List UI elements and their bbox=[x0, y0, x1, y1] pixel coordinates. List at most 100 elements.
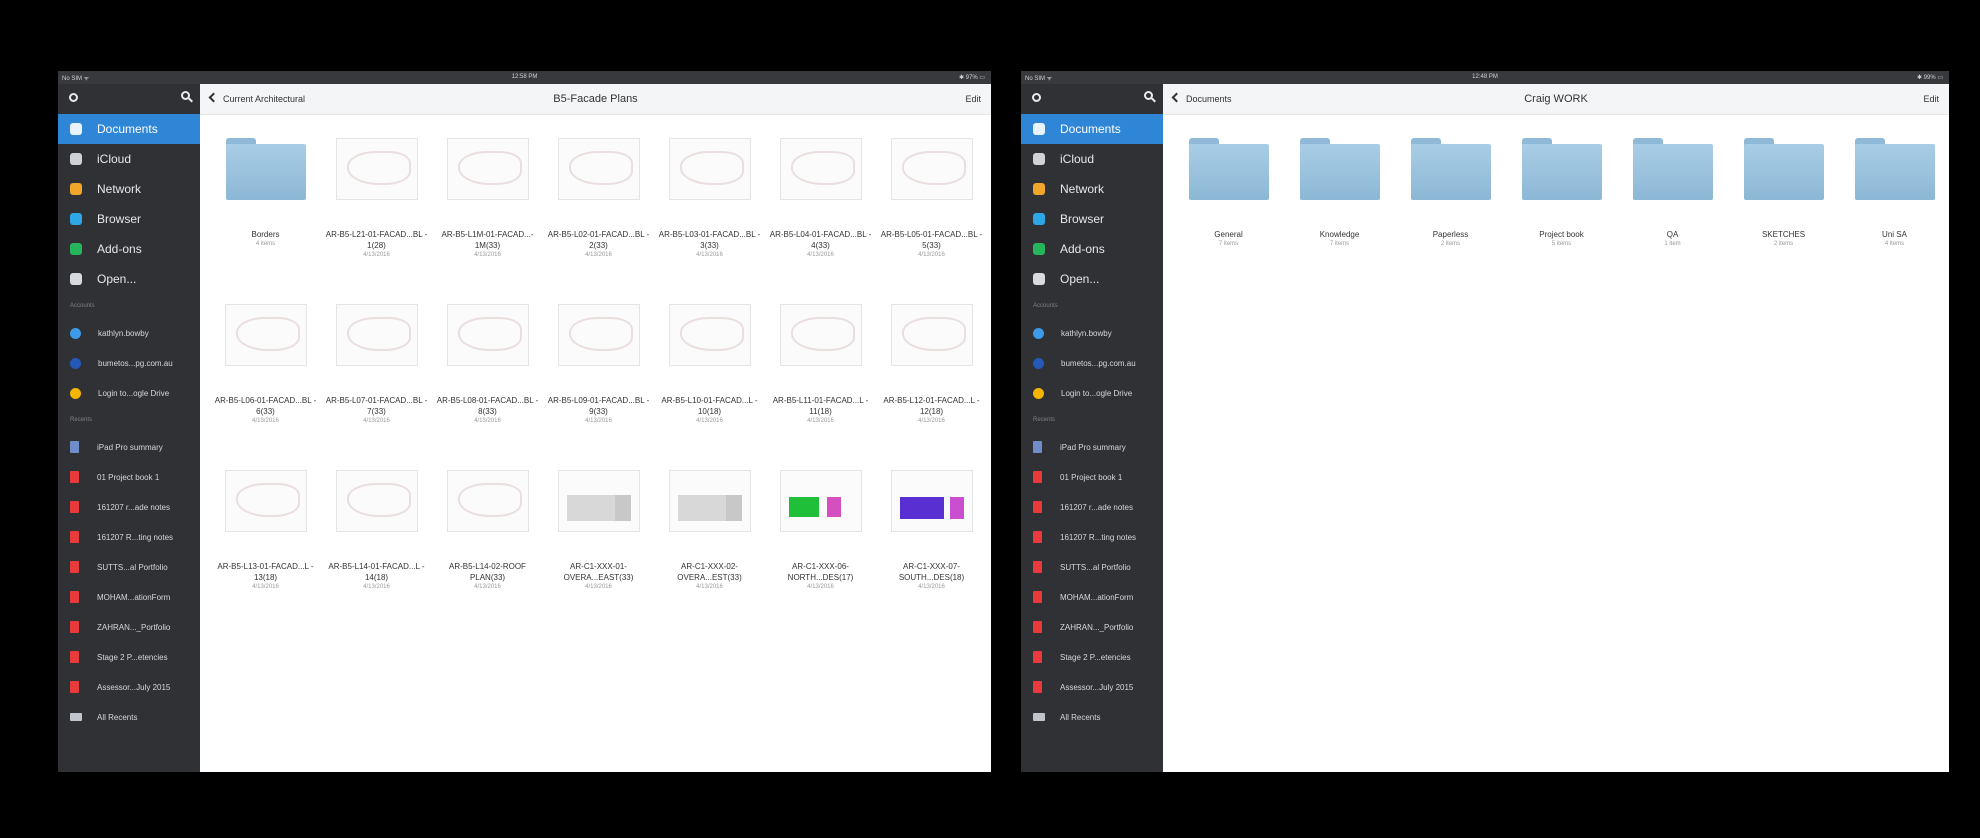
sidebar-item-icloud[interactable]: iCloud bbox=[58, 144, 200, 174]
account-item[interactable]: bumetos...pg.com.au bbox=[58, 348, 200, 378]
sidebar-item-network[interactable]: Network bbox=[58, 174, 200, 204]
file-tile[interactable]: AR-B5-L05-01-FACAD...BL - 5(33) 4/13/2016 bbox=[876, 138, 987, 304]
word-file-icon bbox=[70, 441, 79, 453]
file-tile[interactable]: AR-B5-L10-01-FACAD...L - 10(18) 4/13/2016 bbox=[654, 304, 765, 470]
file-tile[interactable]: AR-B5-L14-01-FACAD...L - 14(18) 4/13/2016 bbox=[321, 470, 432, 636]
file-name: AR-B5-L02-01-FACAD...BL - 2(33) bbox=[547, 230, 650, 250]
ipad-screen-right: No SIM ᯤ 12:48 PM ✱ 99% ▭ Documents iCloud Ne… bbox=[1021, 71, 1949, 772]
account-item[interactable]: Login to...ogle Drive bbox=[58, 378, 200, 408]
sidebar-item-documents[interactable]: Documents bbox=[1021, 114, 1163, 144]
file-tile[interactable]: AR-C1-XXX-06-NORTH...DES(17) 4/13/2016 bbox=[765, 470, 876, 636]
file-meta: 4/13/2016 bbox=[363, 418, 390, 424]
recent-item[interactable]: 01 Project book 1 bbox=[1021, 462, 1163, 492]
account-item[interactable]: Login to...ogle Drive bbox=[1021, 378, 1163, 408]
file-tile[interactable]: AR-C1-XXX-07-SOUTH...DES(18) 4/13/2016 bbox=[876, 470, 987, 636]
status-bar: No SIM ᯤ 12:58 PM ✱ 97% ▭ bbox=[58, 71, 991, 84]
settings-gear-icon[interactable] bbox=[69, 93, 78, 102]
account-item[interactable]: kathlyn.bowby bbox=[1021, 318, 1163, 348]
file-name: AR-B5-L09-01-FACAD...BL - 9(33) bbox=[547, 396, 650, 416]
recent-item[interactable]: ZAHRAN..._Portfolio bbox=[1021, 612, 1163, 642]
file-tile[interactable]: AR-B5-L11-01-FACAD...L - 11(18) 4/13/2016 bbox=[765, 304, 876, 470]
file-tile[interactable]: AR-B5-L06-01-FACAD...BL - 6(33) 4/13/2016 bbox=[210, 304, 321, 470]
file-tile[interactable]: AR-B5-L04-01-FACAD...BL - 4(33) 4/13/2016 bbox=[765, 138, 876, 304]
recent-item[interactable]: 161207 r...ade notes bbox=[1021, 492, 1163, 522]
file-tile[interactable]: AR-B5-L12-01-FACAD...L - 12(18) 4/13/2016 bbox=[876, 304, 987, 470]
recent-item[interactable]: iPad Pro summary bbox=[58, 432, 200, 462]
file-meta: 4/13/2016 bbox=[585, 584, 612, 590]
recent-item[interactable]: All Recents bbox=[1021, 702, 1163, 732]
file-name: AR-B5-L14-01-FACAD...L - 14(18) bbox=[328, 562, 425, 582]
recent-item[interactable]: ZAHRAN..._Portfolio bbox=[58, 612, 200, 642]
file-thumbnail bbox=[668, 470, 751, 532]
recent-item[interactable]: SUTTS...al Portfolio bbox=[1021, 552, 1163, 582]
elevation-panel-magenta bbox=[949, 497, 964, 519]
file-name: AR-B5-L06-01-FACAD...BL - 6(33) bbox=[214, 396, 317, 416]
file-tile[interactable]: AR-B5-L14-02-ROOF PLAN(33) 4/13/2016 bbox=[432, 470, 543, 636]
sidebar-item-addons[interactable]: Add-ons bbox=[58, 234, 200, 264]
sidebar-item-browser[interactable]: Browser bbox=[58, 204, 200, 234]
file-tile[interactable]: AR-B5-L13-01-FACAD...L - 13(18) 4/13/2016 bbox=[210, 470, 321, 636]
file-tile[interactable]: AR-B5-L21-01-FACAD...BL - 1(28) 4/13/2016 bbox=[321, 138, 432, 304]
file-tile[interactable]: General 7 items bbox=[1173, 138, 1284, 247]
account-item[interactable]: bumetos...pg.com.au bbox=[1021, 348, 1163, 378]
file-tile[interactable]: AR-C1-XXX-02-OVERA...EST(33) 4/13/2016 bbox=[654, 470, 765, 636]
file-tile[interactable]: Uni SA 4 items bbox=[1839, 138, 1949, 247]
file-tile[interactable]: AR-B5-L08-01-FACAD...BL - 8(33) 4/13/2016 bbox=[432, 304, 543, 470]
sidebar-item-icloud[interactable]: iCloud bbox=[1021, 144, 1163, 174]
file-thumbnail bbox=[335, 138, 418, 200]
elevation-drawing bbox=[614, 495, 631, 521]
edit-button[interactable]: Edit bbox=[965, 94, 981, 104]
recent-item[interactable]: 01 Project book 1 bbox=[58, 462, 200, 492]
pdf-file-icon bbox=[70, 471, 79, 483]
sidebar-item-open[interactable]: Open... bbox=[58, 264, 200, 294]
account-label: kathlyn.bowby bbox=[1061, 328, 1112, 338]
file-thumbnail bbox=[779, 138, 862, 200]
file-tile[interactable]: SKETCHES 2 items bbox=[1728, 138, 1839, 247]
file-tile[interactable]: Paperless 2 items bbox=[1395, 138, 1506, 247]
file-tile[interactable]: Project book 5 items bbox=[1506, 138, 1617, 247]
recent-item[interactable]: 161207 r...ade notes bbox=[58, 492, 200, 522]
back-button[interactable]: Current Architectural bbox=[208, 92, 306, 104]
pdf-file-icon bbox=[70, 561, 79, 573]
edit-button[interactable]: Edit bbox=[1923, 94, 1939, 104]
recent-item[interactable]: iPad Pro summary bbox=[1021, 432, 1163, 462]
recent-item[interactable]: MOHAM...ationForm bbox=[58, 582, 200, 612]
recent-item[interactable]: MOHAM...ationForm bbox=[1021, 582, 1163, 612]
recent-item[interactable]: Stage 2 P...etencies bbox=[1021, 642, 1163, 672]
sidebar-item-browser[interactable]: Browser bbox=[1021, 204, 1163, 234]
back-label: Current Architectural bbox=[223, 94, 306, 104]
file-thumbnail bbox=[446, 470, 529, 532]
file-tile[interactable]: AR-B5-L09-01-FACAD...BL - 9(33) 4/13/2016 bbox=[543, 304, 654, 470]
recent-item[interactable]: Assessor...July 2015 bbox=[1021, 672, 1163, 702]
recent-label: iPad Pro summary bbox=[97, 442, 163, 452]
recent-item[interactable]: SUTTS...al Portfolio bbox=[58, 552, 200, 582]
back-button[interactable]: Documents bbox=[1171, 92, 1232, 104]
settings-gear-icon[interactable] bbox=[1032, 93, 1041, 102]
file-tile[interactable]: Borders 4 items bbox=[210, 138, 321, 304]
file-tile[interactable]: QA 1 item bbox=[1617, 138, 1728, 247]
recent-item[interactable]: 161207 R...ting notes bbox=[58, 522, 200, 552]
sidebar-item-open[interactable]: Open... bbox=[1021, 264, 1163, 294]
recent-item[interactable]: All Recents bbox=[58, 702, 200, 732]
recent-label: 161207 r...ade notes bbox=[1060, 502, 1133, 512]
search-icon[interactable] bbox=[1144, 91, 1153, 100]
folder-icon bbox=[1632, 138, 1713, 200]
account-item[interactable]: kathlyn.bowby bbox=[58, 318, 200, 348]
sidebar-item-documents[interactable]: Documents bbox=[58, 114, 200, 144]
file-tile[interactable]: AR-B5-L07-01-FACAD...BL - 7(33) 4/13/2016 bbox=[321, 304, 432, 470]
file-tile[interactable]: Knowledge 7 items bbox=[1284, 138, 1395, 247]
recent-item[interactable]: Assessor...July 2015 bbox=[58, 672, 200, 702]
status-bar: No SIM ᯤ 12:48 PM ✱ 99% ▭ bbox=[1021, 71, 1949, 84]
file-tile[interactable]: AR-B5-L02-01-FACAD...BL - 2(33) 4/13/2016 bbox=[543, 138, 654, 304]
sidebar-item-addons[interactable]: Add-ons bbox=[1021, 234, 1163, 264]
pdf-file-icon bbox=[70, 651, 79, 663]
file-name: AR-C1-XXX-02-OVERA...EST(33) bbox=[677, 562, 742, 582]
sidebar-item-network[interactable]: Network bbox=[1021, 174, 1163, 204]
file-tile[interactable]: AR-B5-L03-01-FACAD...BL - 3(33) 4/13/2016 bbox=[654, 138, 765, 304]
search-icon[interactable] bbox=[181, 91, 190, 100]
file-tile[interactable]: AR-B5-L1M-01-FACAD...- 1M(33) 4/13/2016 bbox=[432, 138, 543, 304]
recent-item[interactable]: 161207 R...ting notes bbox=[1021, 522, 1163, 552]
file-tile[interactable]: AR-C1-XXX-01-OVERA...EAST(33) 4/13/2016 bbox=[543, 470, 654, 636]
recent-item[interactable]: Stage 2 P...etencies bbox=[58, 642, 200, 672]
network-icon bbox=[1033, 183, 1045, 195]
